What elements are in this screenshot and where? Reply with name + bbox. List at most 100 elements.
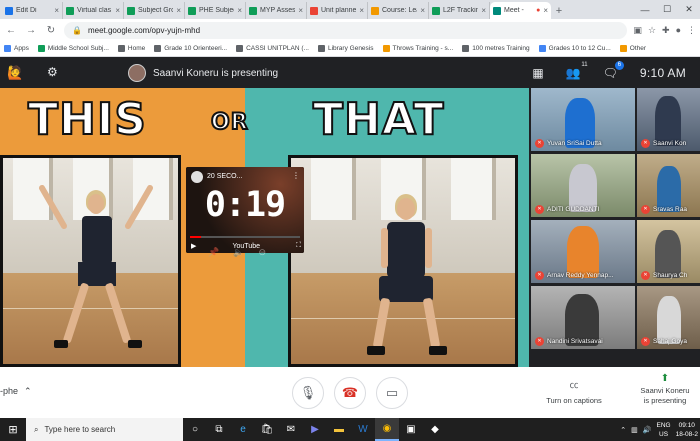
bookmark-item[interactable]: Throws Training - s...: [382, 45, 453, 52]
bookmark-label: CASSI UNITPLAN (...: [246, 45, 309, 52]
forward-icon[interactable]: →: [24, 23, 38, 37]
close-icon[interactable]: ×: [54, 6, 59, 15]
windows-start-icon[interactable]: ⊞: [0, 418, 26, 441]
microphone-button[interactable]: 🎙: [292, 377, 324, 409]
participant-tile[interactable]: ✕ Sahaj Goya: [637, 286, 700, 349]
close-icon[interactable]: ×: [359, 6, 364, 15]
close-icon[interactable]: ×: [420, 6, 425, 15]
fullscreen-icon[interactable]: ⛶: [296, 242, 301, 250]
captions-button[interactable]: ㏄ Turn on captions: [538, 378, 610, 405]
address-bar[interactable]: 🔒 meet.google.com/opv-yujn-mhd: [64, 21, 628, 39]
mic-off-icon: ✕: [641, 139, 650, 148]
presenting-button[interactable]: ⬆ Saanvi Koneru is presenting: [630, 374, 700, 406]
browser-tab[interactable]: Course: Lea ×: [368, 2, 429, 19]
reload-icon[interactable]: ↻: [44, 23, 58, 37]
store-icon[interactable]: 🛍: [255, 418, 279, 441]
taskbar-search[interactable]: ⌕ Type here to search: [26, 418, 183, 441]
play-icon[interactable]: ▶: [191, 242, 196, 250]
language-indicator[interactable]: ENG US: [657, 421, 671, 439]
profile-icon[interactable]: ●: [676, 25, 681, 36]
participant-tile[interactable]: ✕ Nandini Srivatsavai: [531, 286, 635, 349]
participant-tile[interactable]: ✕ Yuvan SriSai Dutta: [531, 88, 635, 151]
system-clock[interactable]: 09:10 18-08-2: [676, 421, 698, 439]
browser-tab[interactable]: MYP Asses ×: [246, 2, 307, 19]
layout-icon[interactable]: ▦: [532, 66, 543, 80]
video-progress-bar[interactable]: [190, 236, 300, 238]
youtube-timer-video[interactable]: 20 SECO... ⋮ 0:19 ▶ YouTube ⛶: [186, 167, 304, 253]
back-icon[interactable]: ←: [4, 23, 18, 37]
meet-favicon: [493, 6, 501, 15]
exercise-photo-left: [0, 155, 181, 367]
browser-tab[interactable]: Subject Gro ×: [124, 2, 185, 19]
browser-tab[interactable]: Edit Di ×: [2, 2, 63, 19]
bookmark-item[interactable]: 100 metres Training: [462, 45, 530, 52]
bookmark-item[interactable]: Home: [117, 45, 145, 52]
close-icon[interactable]: ×: [176, 6, 181, 15]
close-window-icon[interactable]: ✕: [678, 0, 700, 19]
star-icon[interactable]: ☆: [648, 25, 656, 36]
participant-tile[interactable]: ✕ Saanvi Kon: [637, 88, 700, 151]
browser-tab[interactable]: Virtual clas ×: [63, 2, 124, 19]
task-view-icon[interactable]: ⧉: [207, 418, 231, 441]
word-icon[interactable]: W: [351, 418, 375, 441]
camera-icon[interactable]: ▣: [633, 25, 642, 36]
participant-tile[interactable]: ✕ Arnav Reddy Yennap...: [531, 220, 635, 283]
bookmark-item[interactable]: Grades 10 to 12 Cu...: [538, 45, 611, 52]
presentation-stage: THIS OR THAT 20 SECO... ⋮ 0:19 ▶ YouTube…: [0, 88, 529, 367]
chevron-up-icon[interactable]: ⌃: [620, 426, 626, 434]
more-vert-icon[interactable]: ⋮: [292, 171, 300, 180]
browser-tab[interactable]: PHE Subjec ×: [185, 2, 246, 19]
teams-icon[interactable]: ▶: [303, 418, 327, 441]
edge-icon[interactable]: e: [231, 418, 255, 441]
minimize-icon[interactable]: —: [634, 0, 656, 19]
participant-tile[interactable]: ✕ Shaurya Ch: [637, 220, 700, 283]
app-icon[interactable]: ◆: [423, 418, 447, 441]
bookmark-label: 100 metres Training: [472, 45, 530, 52]
browser-tab[interactable]: Unit planne ×: [307, 2, 368, 19]
mic-off-icon: ✕: [535, 337, 544, 346]
bookmark-item[interactable]: Library Genesis: [317, 45, 374, 52]
bookmark-item[interactable]: Middle School Subj...: [37, 45, 109, 52]
mic-off-icon: ✕: [641, 271, 650, 280]
menu-icon[interactable]: ⋮: [687, 25, 696, 36]
close-icon[interactable]: ×: [543, 6, 548, 15]
close-icon[interactable]: ×: [237, 6, 242, 15]
bookmark-item[interactable]: CASSI UNITPLAN (...: [236, 45, 309, 52]
volume-icon[interactable]: 🔊: [643, 426, 652, 434]
slide-title-that: THAT: [312, 93, 445, 146]
channel-avatar[interactable]: [191, 171, 203, 183]
browser-tab-active[interactable]: Meet - ● ×: [490, 2, 551, 19]
gear-icon[interactable]: ⚙: [47, 65, 61, 79]
chrome-icon[interactable]: ◉: [375, 418, 399, 441]
maximize-icon[interactable]: ☐: [656, 0, 678, 19]
meeting-details[interactable]: -phe ⌃: [0, 386, 32, 397]
chevron-up-icon[interactable]: ⌃: [24, 386, 32, 397]
bookmark-apps[interactable]: Apps: [4, 45, 29, 52]
close-icon[interactable]: ×: [115, 6, 120, 15]
people-icon[interactable]: 👥 11: [566, 62, 588, 80]
hand-raise-icon[interactable]: 🙋: [7, 65, 23, 81]
tab-favicon: [249, 6, 257, 15]
close-icon[interactable]: ×: [298, 6, 303, 15]
present-screen-icon: ⬆: [660, 373, 670, 384]
browser-tab[interactable]: L2F Trackin ×: [429, 2, 490, 19]
network-icon[interactable]: ▥: [631, 426, 638, 434]
new-tab-button[interactable]: +: [551, 2, 567, 19]
bookmark-other[interactable]: Other: [619, 45, 646, 52]
extension-icon[interactable]: ✚: [662, 25, 670, 36]
photos-icon[interactable]: ▣: [399, 418, 423, 441]
close-icon[interactable]: ×: [481, 6, 486, 15]
cortana-icon[interactable]: ○: [183, 418, 207, 441]
video-title[interactable]: 20 SECO...: [207, 173, 242, 180]
chat-icon[interactable]: 🗨 6: [603, 61, 624, 80]
participant-tile[interactable]: ✕ ADITI GUDDANTI: [531, 154, 635, 217]
exercise-photo-right: [288, 155, 518, 367]
file-explorer-icon[interactable]: ▬: [327, 418, 351, 441]
bookmark-item[interactable]: Grade 10 Orienteeri...: [154, 45, 227, 52]
leave-call-button[interactable]: ☎: [334, 377, 366, 409]
meeting-clock: 9:10 AM: [639, 66, 686, 80]
camera-button[interactable]: ▭: [376, 377, 408, 409]
mail-icon[interactable]: ✉: [279, 418, 303, 441]
participant-tile[interactable]: ✕ Sravas Raa: [637, 154, 700, 217]
meet-header: 🙋 ⚙ Saanvi Koneru is presenting ▦ 👥 11 🗨 6…: [0, 58, 700, 88]
